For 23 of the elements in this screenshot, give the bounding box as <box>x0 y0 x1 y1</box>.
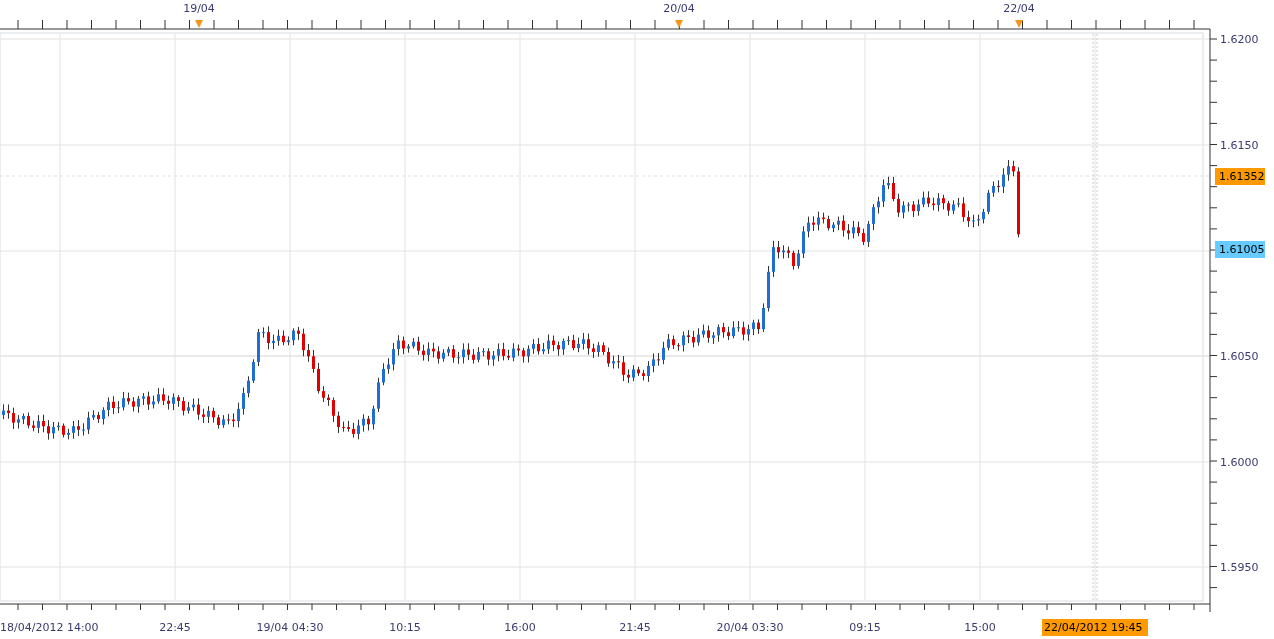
price-axis-label: 1.6200 <box>1220 33 1259 46</box>
time-cursor-tag: 22/04/2012 19:45 <box>1042 619 1148 636</box>
triangle-marker-icon <box>195 20 203 28</box>
time-axis-label: 09:15 <box>849 621 881 634</box>
date-marker-label: 20/04 <box>663 2 695 15</box>
time-axis-label: 15:00 <box>964 621 996 634</box>
time-axis-label: 20/04 03:30 <box>716 621 784 634</box>
date-marker-label: 19/04 <box>183 2 215 15</box>
price-axis-label: 1.6000 <box>1220 456 1259 469</box>
price-axis-label: 1.6150 <box>1220 139 1259 152</box>
time-axis-label: 21:45 <box>619 621 651 634</box>
time-axis-label: 18/04/2012 14:00 <box>0 621 99 634</box>
time-axis-label: 16:00 <box>504 621 536 634</box>
time-axis-label: 19/04 04:30 <box>256 621 324 634</box>
price-axis-label: 1.6050 <box>1220 350 1259 363</box>
triangle-marker-icon <box>675 20 683 28</box>
price-axis-label: 1.5950 <box>1220 561 1259 574</box>
triangle-marker-icon <box>1015 20 1023 28</box>
date-marker-label: 22/04 <box>1003 2 1035 15</box>
price-tag: 1.61352 <box>1215 168 1265 185</box>
time-axis-label: 10:15 <box>389 621 421 634</box>
time-axis-label: 22:45 <box>159 621 191 634</box>
price-tag: 1.61005 <box>1215 241 1265 258</box>
